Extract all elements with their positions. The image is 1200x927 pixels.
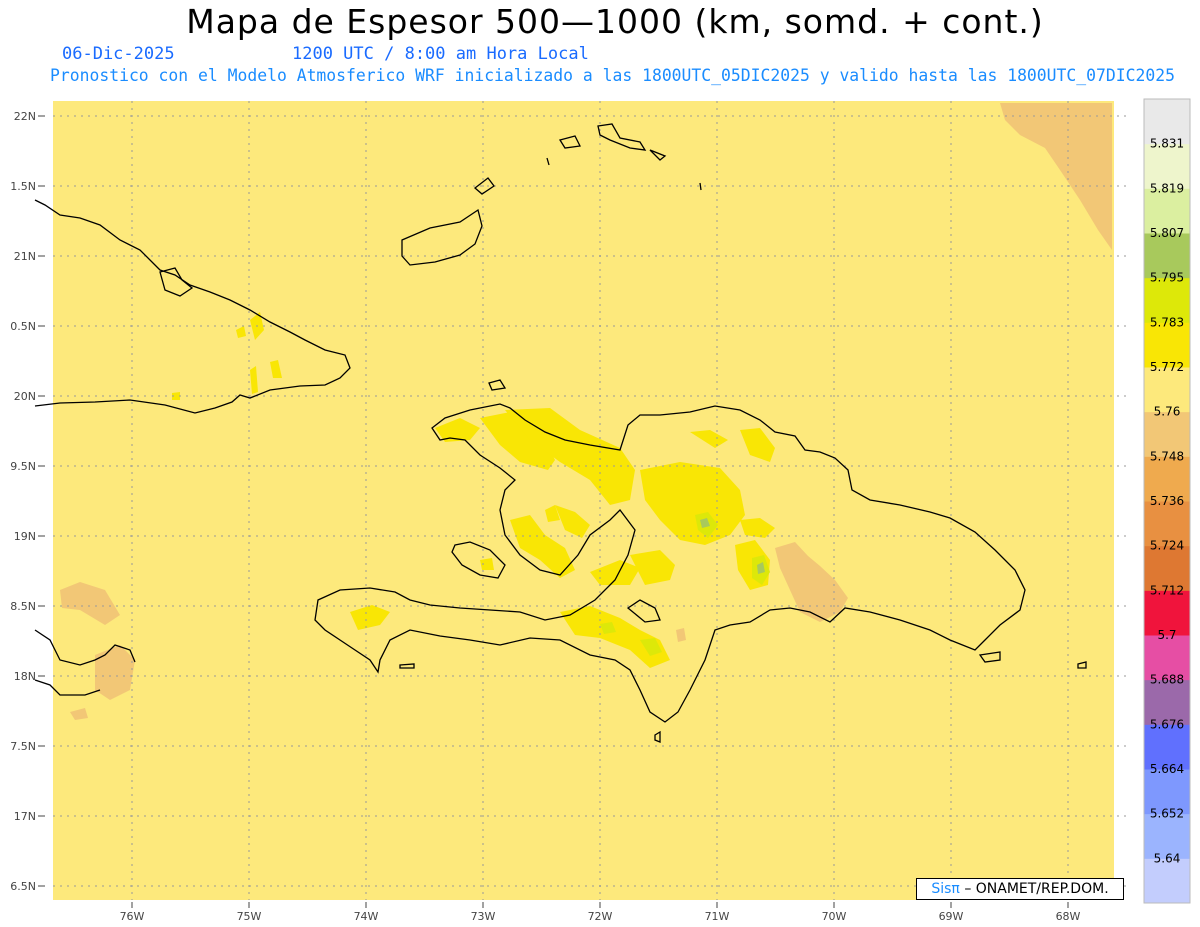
lon-tick: 73W bbox=[471, 910, 496, 923]
colorbar-label: 5.652 bbox=[1150, 807, 1184, 821]
lon-axis: 76W 75W 74W 73W 72W 71W 70W 69W 68W bbox=[120, 910, 1081, 923]
lat-tick: 22N bbox=[14, 110, 36, 123]
lon-tick: 75W bbox=[237, 910, 262, 923]
credit-box: Sisπ – ONAMET/REP.DOM. bbox=[916, 878, 1124, 900]
colorbar-label: 5.724 bbox=[1150, 539, 1184, 553]
lat-tick: 17N bbox=[14, 810, 36, 823]
lat-tick: 6.5N bbox=[10, 880, 36, 893]
colorbar-label: 5.795 bbox=[1150, 271, 1184, 285]
colorbar-label: 5.7 bbox=[1157, 628, 1176, 642]
colorbar-label: 5.783 bbox=[1150, 315, 1184, 329]
lat-tick: 1.5N bbox=[10, 180, 36, 193]
lat-tick: 9.5N bbox=[10, 460, 36, 473]
colorbar-label: 5.688 bbox=[1150, 673, 1184, 687]
lat-tick: 19N bbox=[14, 530, 36, 543]
colorbar-label: 5.807 bbox=[1150, 226, 1184, 240]
credit-text: – ONAMET/REP.DOM. bbox=[964, 881, 1109, 897]
lat-tick: 18N bbox=[14, 670, 36, 683]
lat-tick: 20N bbox=[14, 390, 36, 403]
lat-tick: 8.5N bbox=[10, 600, 36, 613]
colorbar-label: 5.831 bbox=[1150, 137, 1184, 151]
lon-tick: 69W bbox=[939, 910, 964, 923]
map-field bbox=[53, 101, 1114, 900]
lat-tick: 21N bbox=[14, 250, 36, 263]
colorbar-label: 5.676 bbox=[1150, 717, 1184, 731]
lon-tick: 71W bbox=[705, 910, 730, 923]
credit-brand: Sisπ bbox=[931, 881, 960, 897]
lon-tick: 76W bbox=[120, 910, 145, 923]
colorbar-label: 5.819 bbox=[1150, 181, 1184, 195]
lon-tick: 70W bbox=[822, 910, 847, 923]
lat-axis: 22N 1.5N 21N 0.5N 20N 9.5N 19N 8.5N 18N … bbox=[10, 110, 36, 893]
colorbar-label: 5.712 bbox=[1150, 583, 1184, 597]
colorbar-label: 5.64 bbox=[1154, 851, 1181, 865]
lat-tick: 0.5N bbox=[10, 320, 36, 333]
lat-tick: 7.5N bbox=[10, 740, 36, 753]
thickness-map: 22N 1.5N 21N 0.5N 20N 9.5N 19N 8.5N 18N … bbox=[10, 98, 1191, 923]
colorbar-label: 5.772 bbox=[1150, 360, 1184, 374]
colorbar-label: 5.664 bbox=[1150, 762, 1184, 776]
colorbar-label: 5.76 bbox=[1154, 405, 1181, 419]
lon-tick: 68W bbox=[1056, 910, 1081, 923]
lon-tick: 74W bbox=[354, 910, 379, 923]
lon-tick: 72W bbox=[588, 910, 613, 923]
colorbar-label: 5.736 bbox=[1150, 494, 1184, 508]
colorbar-label: 5.748 bbox=[1150, 449, 1184, 463]
